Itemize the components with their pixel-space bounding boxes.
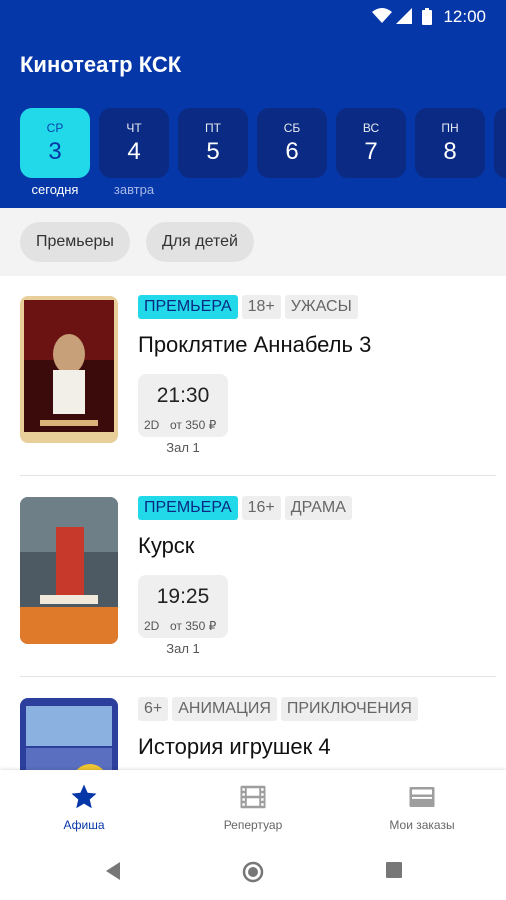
nav-label: Афиша xyxy=(63,818,105,832)
session-format: 2D xyxy=(144,418,160,432)
nav-afisha[interactable]: Афиша xyxy=(0,770,168,844)
movie-card[interactable]: ПРЕМЬЕРА 18+ УЖАСЫ Проклятие Аннабель 3 21… xyxy=(0,276,506,476)
divider xyxy=(20,676,496,677)
movie-title[interactable]: Проклятие Аннабель 3 xyxy=(138,332,371,358)
date-dow: ПТ xyxy=(205,121,221,135)
date-item-0[interactable]: СР 3 xyxy=(20,108,90,178)
date-dow: СР xyxy=(46,121,64,135)
session-button[interactable]: 19:25 2D от 350 ₽ xyxy=(138,575,228,638)
session-time: 21:30 xyxy=(156,384,210,407)
nav-label: Репертуар xyxy=(223,818,283,832)
date-dow: ЧТ xyxy=(126,121,142,135)
nav-my-orders[interactable]: Мои заказы xyxy=(338,770,506,844)
movie-tags: ПРЕМЬЕРА 16+ ДРАМА xyxy=(138,496,356,520)
age-rating-badge: 6+ xyxy=(138,697,169,721)
film-icon xyxy=(240,785,266,809)
premiere-badge: ПРЕМЬЕРА xyxy=(138,496,238,520)
page-title: Кинотеатр КСК xyxy=(20,52,182,77)
home-icon[interactable] xyxy=(242,861,264,883)
genre-badge: АНИМАЦИЯ xyxy=(172,697,277,721)
filter-chip-kids[interactable]: Для детей xyxy=(146,222,254,262)
date-sub-label: сегодня xyxy=(31,182,79,197)
date-dow: ВС xyxy=(362,121,380,135)
movie-poster[interactable] xyxy=(20,497,118,644)
genre-badge: ДРАМА xyxy=(284,496,352,520)
system-navigation-bar xyxy=(0,844,506,900)
movie-title[interactable]: Курск xyxy=(138,533,194,559)
movie-title[interactable]: История игрушек 4 xyxy=(138,734,331,760)
movie-poster[interactable] xyxy=(20,698,118,770)
date-day: 7 xyxy=(364,138,378,165)
date-dow: ПН xyxy=(441,121,459,135)
date-item-2[interactable]: ПТ 5 xyxy=(178,108,248,178)
app-header: Кинотеатр КСК СР 3 сегодня ЧТ 4 завтра П… xyxy=(0,32,506,208)
date-item-4[interactable]: ВС 7 xyxy=(336,108,406,178)
movie-card[interactable]: ПРЕМЬЕРА 16+ ДРАМА Курск 19:25 2D от 350 ₽… xyxy=(0,477,506,677)
movie-tags: ПРЕМЬЕРА 18+ УЖАСЫ xyxy=(138,295,362,319)
date-item-3[interactable]: СБ 6 xyxy=(257,108,327,178)
filter-chip-premieres[interactable]: Премьеры xyxy=(20,222,130,262)
nav-label: Мои заказы xyxy=(389,818,455,832)
date-dow: СБ xyxy=(283,121,301,135)
session-price: от 350 ₽ xyxy=(170,418,217,432)
date-sub-label: завтра xyxy=(113,182,155,197)
divider xyxy=(20,475,496,476)
date-day: 6 xyxy=(285,138,299,165)
genre-badge: ПРИКЛЮЧЕНИЯ xyxy=(280,697,418,721)
date-picker: СР 3 сегодня ЧТ 4 завтра ПТ 5 СБ 6 ВС 7 … xyxy=(20,108,506,208)
date-day: 4 xyxy=(127,138,141,165)
date-item-1[interactable]: ЧТ 4 xyxy=(99,108,169,178)
session-hall: Зал 1 xyxy=(166,440,200,455)
date-day: 5 xyxy=(206,138,220,165)
recents-icon[interactable] xyxy=(385,861,403,879)
session-button[interactable]: 21:30 2D от 350 ₽ xyxy=(138,374,228,437)
session-price: от 350 ₽ xyxy=(170,619,217,633)
clock: 12:00 xyxy=(443,7,486,26)
signal-icon xyxy=(396,8,412,24)
wifi-icon xyxy=(372,8,392,23)
date-item-next[interactable] xyxy=(494,108,506,178)
movie-card[interactable]: 6+ АНИМАЦИЯ ПРИКЛЮЧЕНИЯ История игрушек 4 xyxy=(0,678,506,770)
premiere-badge: ПРЕМЬЕРА xyxy=(138,295,238,319)
movie-poster[interactable] xyxy=(20,296,118,443)
session-hall: Зал 1 xyxy=(166,641,200,656)
session-time: 19:25 xyxy=(156,585,210,608)
filter-bar: Премьеры Для детей xyxy=(0,208,506,276)
genre-badge: УЖАСЫ xyxy=(284,295,358,319)
age-rating-badge: 18+ xyxy=(241,295,281,319)
battery-icon xyxy=(422,8,432,25)
tickets-icon xyxy=(409,787,435,807)
back-icon[interactable] xyxy=(104,861,122,881)
session-format: 2D xyxy=(144,619,160,633)
date-day: 8 xyxy=(443,138,457,165)
bottom-navigation: Афиша Репертуар Мои заказы xyxy=(0,770,506,844)
date-day: 3 xyxy=(48,138,62,165)
status-bar: 12:00 xyxy=(0,0,506,32)
date-item-5[interactable]: ПН 8 xyxy=(415,108,485,178)
star-icon xyxy=(71,784,97,809)
movie-tags: 6+ АНИМАЦИЯ ПРИКЛЮЧЕНИЯ xyxy=(138,697,422,721)
age-rating-badge: 16+ xyxy=(241,496,281,520)
nav-repertoire[interactable]: Репертуар xyxy=(169,770,337,844)
